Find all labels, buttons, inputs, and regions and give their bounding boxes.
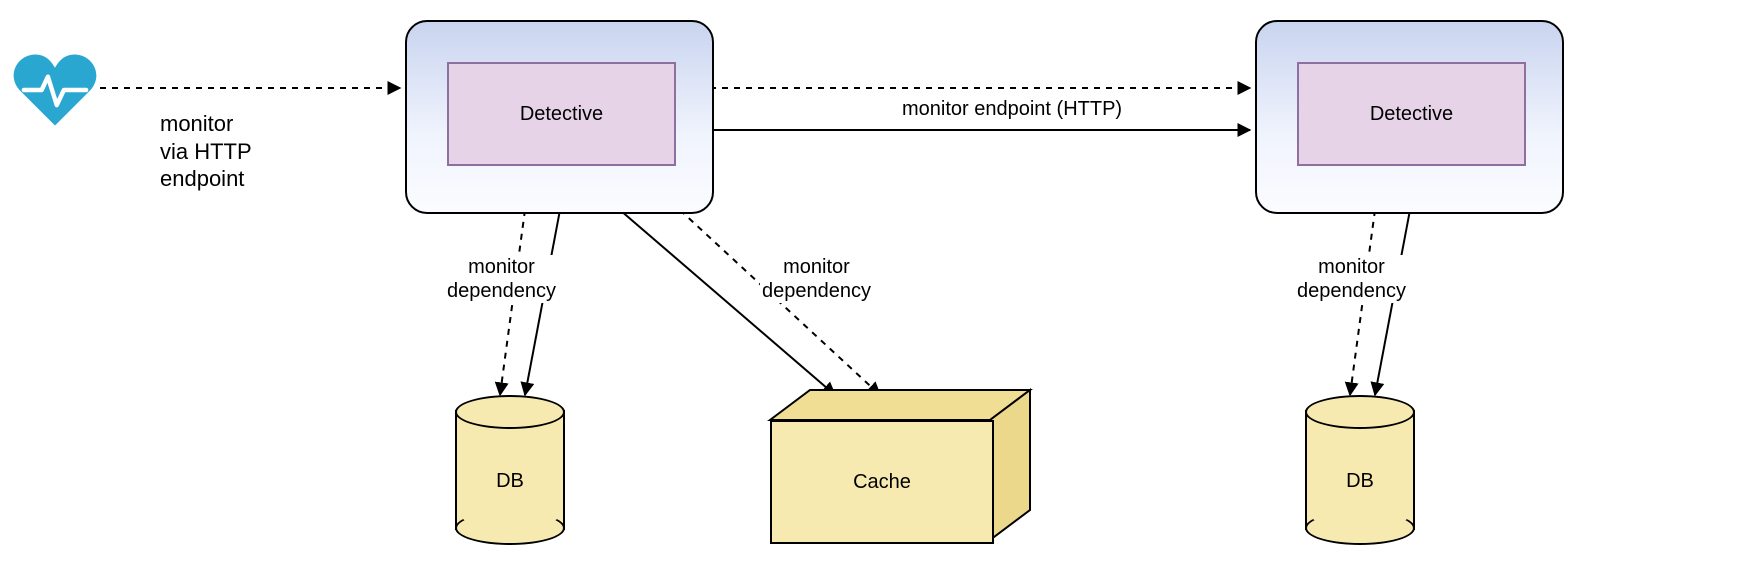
- db-right-label: DB: [1305, 470, 1415, 493]
- cache-box: Cache: [770, 420, 990, 540]
- db-left-label: DB: [455, 470, 565, 493]
- db-right: DB: [1305, 395, 1415, 545]
- detective-box-right: Detective: [1297, 62, 1526, 166]
- cache-top-face: [770, 390, 1030, 420]
- detective-label-left: Detective: [520, 103, 603, 126]
- label-heart-to-service: monitor via HTTP endpoint: [160, 110, 252, 193]
- label-dep-db-left: monitor dependency: [445, 255, 558, 303]
- db-left: DB: [455, 395, 565, 545]
- label-left-to-right: monitor endpoint (HTTP): [900, 97, 1124, 121]
- cache-label: Cache: [853, 471, 911, 494]
- detective-label-right: Detective: [1370, 103, 1453, 126]
- label-dep-cache: monitor dependency: [760, 255, 873, 303]
- heartbeat-icon: [10, 50, 100, 130]
- detective-box-left: Detective: [447, 62, 676, 166]
- service-box-left: Detective: [405, 20, 714, 214]
- service-box-right: Detective: [1255, 20, 1564, 214]
- cache-side-face: [990, 390, 1030, 540]
- label-dep-db-right: monitor dependency: [1295, 255, 1408, 303]
